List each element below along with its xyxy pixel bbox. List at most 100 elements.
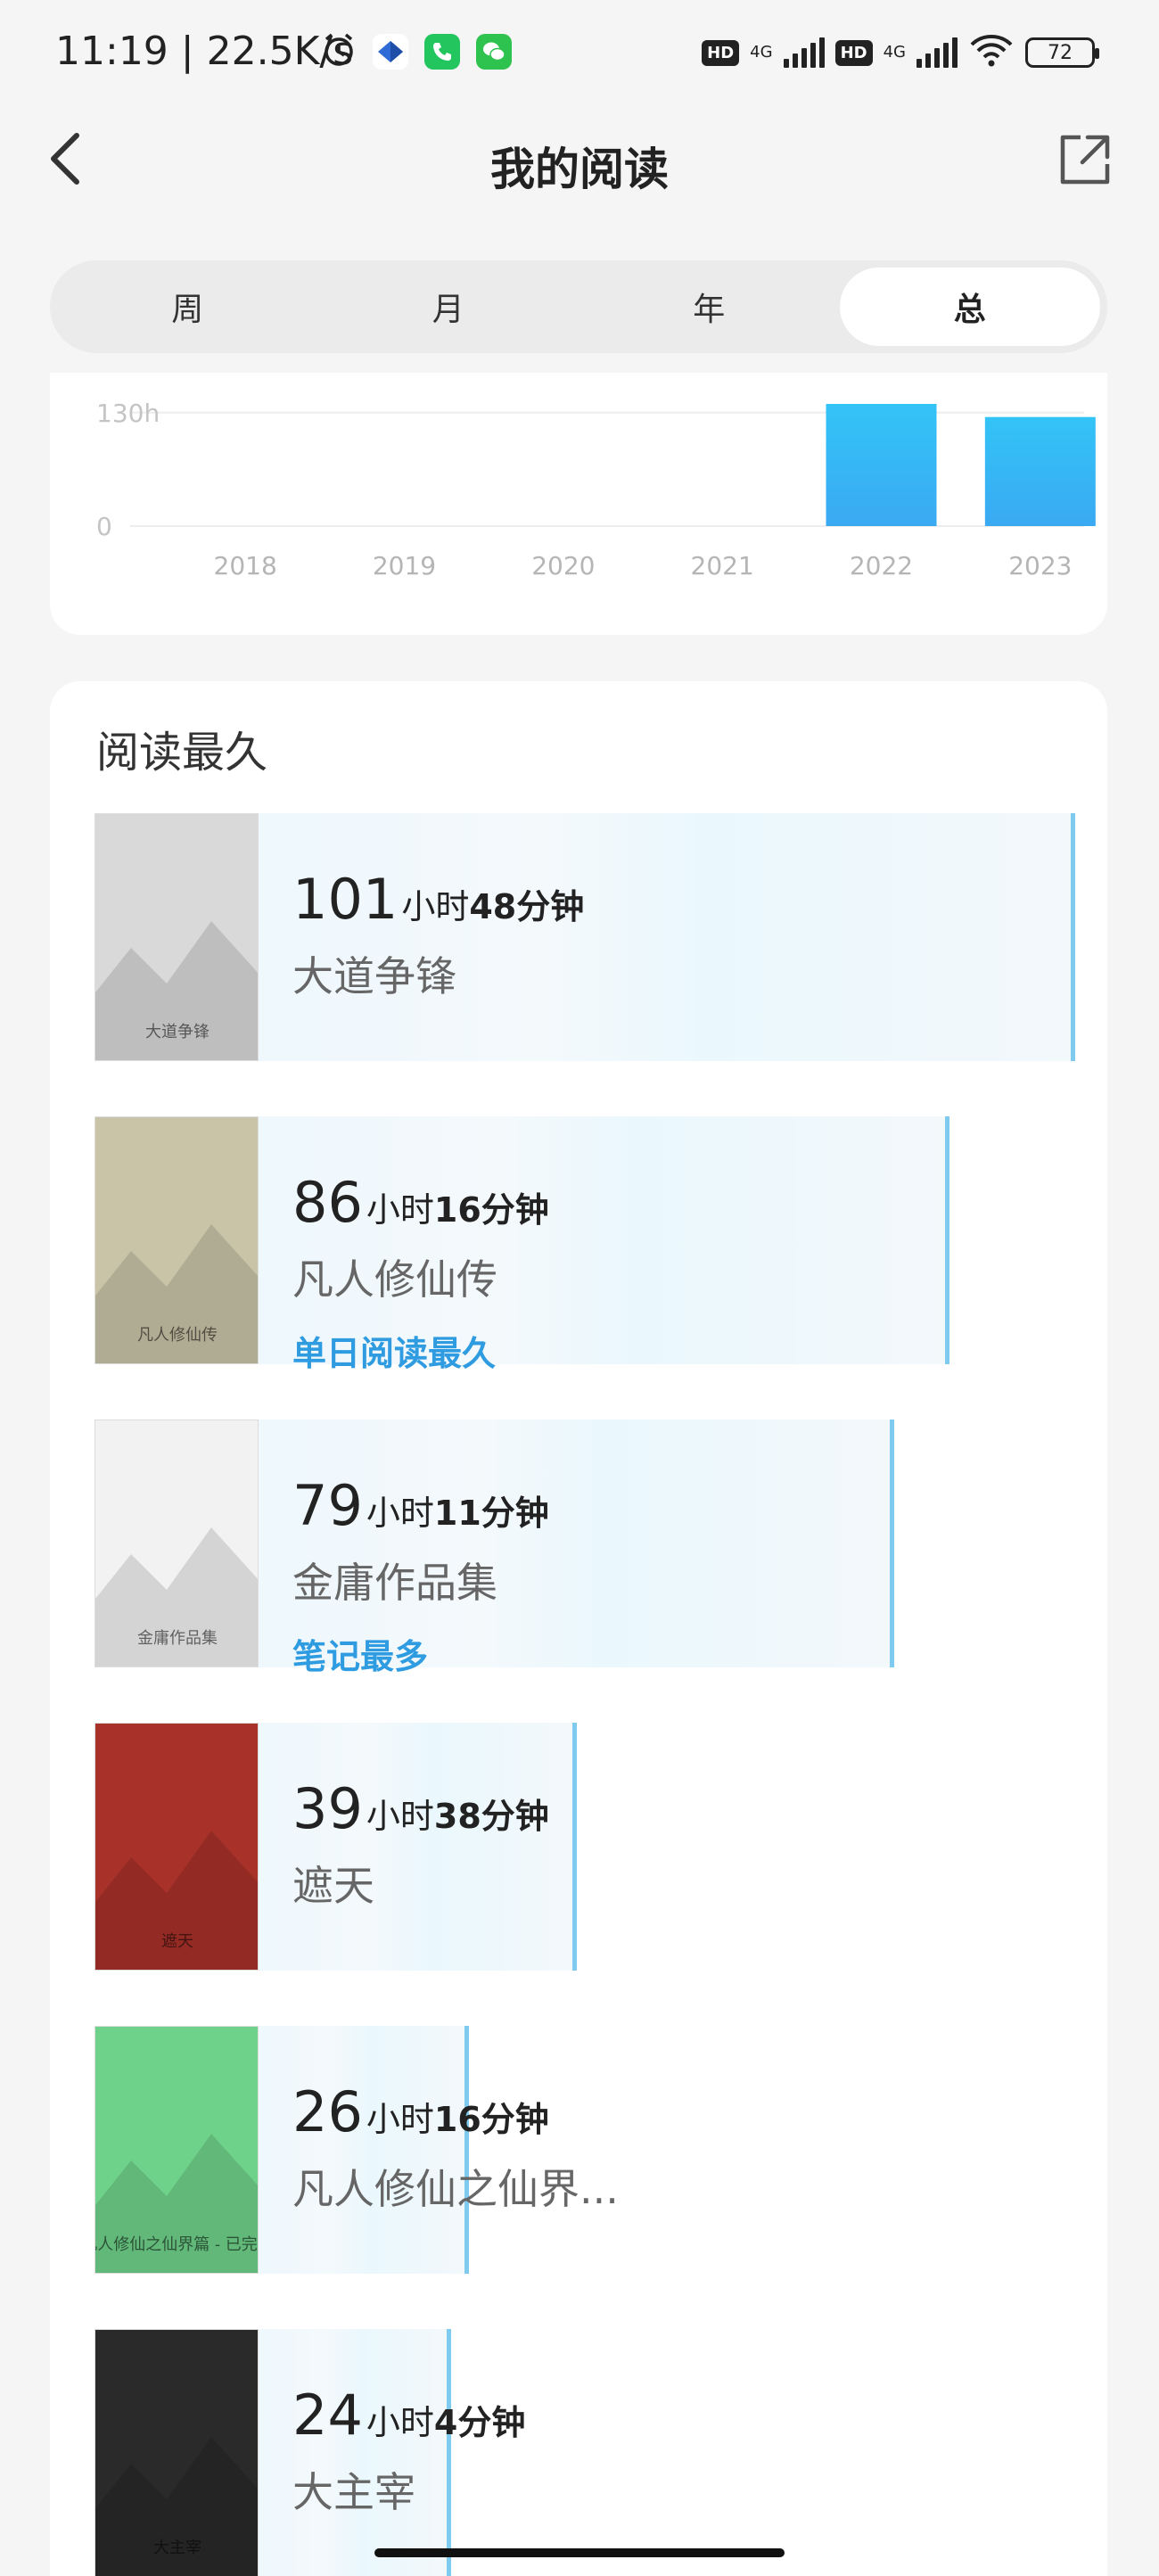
book-title: 遮天 — [292, 1862, 374, 1910]
phone-app-icon — [424, 34, 460, 70]
book-info: 86 小时 16分钟凡人修仙传单日阅读最久 — [292, 1170, 549, 1375]
duration-minutes: 48分钟 — [469, 887, 585, 926]
x-tick-label: 2018 — [214, 551, 277, 580]
status-time: 11:19 | 22.5K/s — [55, 29, 354, 74]
duration-minutes: 4分钟 — [433, 2403, 526, 2442]
svg-text:遮天: 遮天 — [161, 1932, 193, 1951]
status-bar: 11:19 | 22.5K/s HD 4G HD 4G 72 — [0, 0, 1159, 107]
reading-duration: 39 小时 38分钟 — [292, 1776, 549, 1841]
x-tick-label: 2022 — [850, 551, 913, 580]
yearly-chart-card: 0 130h 2018 2019 2020 2021 2022 2023 — [50, 373, 1107, 635]
hd-badge-2: HD — [834, 39, 873, 66]
home-indicator[interactable] — [374, 2548, 785, 2557]
book-cover-art: 凡人修仙之仙界篇 - 已完… — [95, 2027, 259, 2273]
x-tick-label: 2019 — [373, 551, 436, 580]
book-info: 26 小时 16分钟凡人修仙之仙界... — [292, 2079, 619, 2216]
battery-icon: 72 — [1025, 37, 1099, 68]
page-title: 我的阅读 — [490, 144, 669, 195]
book-cover[interactable]: 遮天 — [95, 1723, 259, 1971]
book-cover-art: 金庸作品集 — [95, 1420, 258, 1667]
book-cover-art: 遮天 — [95, 1724, 258, 1970]
book-cover[interactable]: 大道争锋 — [95, 813, 259, 1061]
book-row[interactable]: 大道争锋 101 小时 48分钟 大道争锋 — [95, 813, 1075, 1061]
duration-hours: 24 — [292, 2383, 363, 2448]
app-root: 11:19 | 22.5K/s HD 4G HD 4G 72 我的阅读 周 月 … — [0, 0, 1159, 2576]
duration-minutes: 16分钟 — [433, 1190, 549, 1230]
svg-text:大主宰: 大主宰 — [153, 2539, 201, 2557]
duration-hour-unit: 小时 — [366, 1494, 434, 1533]
book-cover-art: 大道争锋 — [95, 814, 258, 1060]
reading-duration: 26 小时 16分钟 — [292, 2079, 619, 2144]
book-title: 金庸作品集 — [292, 1559, 497, 1607]
reading-duration: 24 小时 4分钟 — [292, 2383, 525, 2448]
book-cover-art: 大主宰 — [95, 2330, 258, 2576]
book-info: 39 小时 38分钟遮天 — [292, 1776, 549, 1913]
x-tick-label: 2020 — [531, 551, 595, 580]
book-cover-art: 凡人修仙传 — [95, 1117, 258, 1363]
book-row[interactable]: 遮天 39 小时 38分钟 遮天 — [95, 1723, 1075, 1971]
book-title: 凡人修仙之仙界... — [292, 2165, 619, 2213]
network-label-1: 4G — [750, 43, 773, 62]
svg-text:金庸作品集: 金庸作品集 — [137, 1629, 218, 1648]
tab-week[interactable]: 周 — [57, 267, 318, 346]
y-tick-label: 130h — [96, 399, 160, 428]
status-right-icons: HD 4G HD 4G 72 — [702, 32, 1099, 73]
hd-badge-1: HD — [702, 39, 740, 66]
map-app-icon — [373, 34, 408, 70]
reading-duration: 86 小时 16分钟 — [292, 1170, 549, 1235]
duration-hour-unit: 小时 — [366, 1190, 434, 1230]
book-title: 大主宰 — [292, 2468, 415, 2516]
period-tabs: 周 月 年 总 — [50, 260, 1107, 353]
duration-hours: 86 — [292, 1170, 363, 1235]
share-button[interactable] — [1057, 132, 1113, 187]
alarm-icon — [321, 32, 357, 71]
tab-total[interactable]: 总 — [839, 267, 1100, 346]
duration-hours: 101 — [292, 867, 399, 932]
duration-minutes: 11分钟 — [433, 1494, 549, 1533]
reading-duration: 101 小时 48分钟 — [292, 867, 584, 932]
network-label-2: 4G — [883, 43, 906, 62]
book-cover[interactable]: 大主宰 — [95, 2329, 259, 2576]
section-title: 阅读最久 — [96, 728, 268, 778]
duration-hours: 39 — [292, 1776, 363, 1841]
chart-bar — [826, 404, 937, 526]
book-cover[interactable]: 金庸作品集 — [95, 1420, 259, 1667]
book-badge: 单日阅读最久 — [292, 1334, 497, 1373]
svg-text:凡人修仙传: 凡人修仙传 — [137, 1326, 218, 1345]
book-row[interactable]: 大主宰 24 小时 4分钟 大主宰 — [95, 2329, 1075, 2576]
book-info: 101 小时 48分钟 大道争锋 — [292, 867, 584, 1003]
tab-month[interactable]: 月 — [318, 267, 580, 346]
wechat-app-icon — [476, 34, 512, 70]
duration-hour-unit: 小时 — [401, 887, 470, 926]
duration-minutes: 16分钟 — [433, 2100, 549, 2139]
book-row[interactable]: 金庸作品集 79 小时 11分钟 金庸作品集 笔记最多 — [95, 1420, 1075, 1676]
signal-icon-1 — [783, 37, 825, 68]
tab-year[interactable]: 年 — [579, 267, 840, 346]
book-title: 凡人修仙传 — [292, 1255, 497, 1304]
duration-hour-unit: 小时 — [366, 1797, 434, 1836]
book-row[interactable]: 凡人修仙传 86 小时 16分钟 凡人修仙传 单日阅读最久 — [95, 1116, 1075, 1373]
yearly-reading-chart: 0 130h 2018 2019 2020 2021 2022 2023 — [96, 399, 1096, 580]
book-row[interactable]: 凡人修仙之仙界篇 - 已完… 26小时16分钟凡人修仙之仙界... — [95, 2026, 1075, 2274]
book-cover[interactable]: 凡人修仙之仙界篇 - 已完… — [95, 2026, 259, 2274]
book-info: 24 小时 4分钟 大主宰 — [292, 2383, 525, 2519]
wifi-icon — [968, 32, 1015, 73]
x-tick-label: 2021 — [691, 551, 754, 580]
y-tick-label: 0 — [96, 512, 112, 541]
duration-hours: 79 — [292, 1473, 363, 1538]
book-badge: 笔记最多 — [292, 1637, 429, 1676]
header: 我的阅读 — [0, 107, 1159, 214]
duration-hours: 26 — [292, 2079, 363, 2144]
x-tick-label: 2023 — [1008, 551, 1072, 580]
share-icon — [1060, 135, 1110, 185]
svg-text:凡人修仙之仙界篇 - 已完…: 凡人修仙之仙界篇 - 已完… — [95, 2235, 259, 2254]
chart-bar — [984, 416, 1096, 526]
book-info: 79 小时 11分钟金庸作品集笔记最多 — [292, 1473, 549, 1678]
book-cover[interactable]: 凡人修仙传 — [95, 1116, 259, 1364]
duration-hour-unit: 小时 — [366, 2403, 434, 2442]
reading-duration: 79 小时 11分钟 — [292, 1473, 549, 1538]
book-title: 大道争锋 — [292, 952, 456, 1000]
svg-text:大道争锋: 大道争锋 — [145, 1023, 210, 1041]
status-notification-icons — [321, 32, 512, 71]
duration-minutes: 38分钟 — [433, 1797, 549, 1836]
